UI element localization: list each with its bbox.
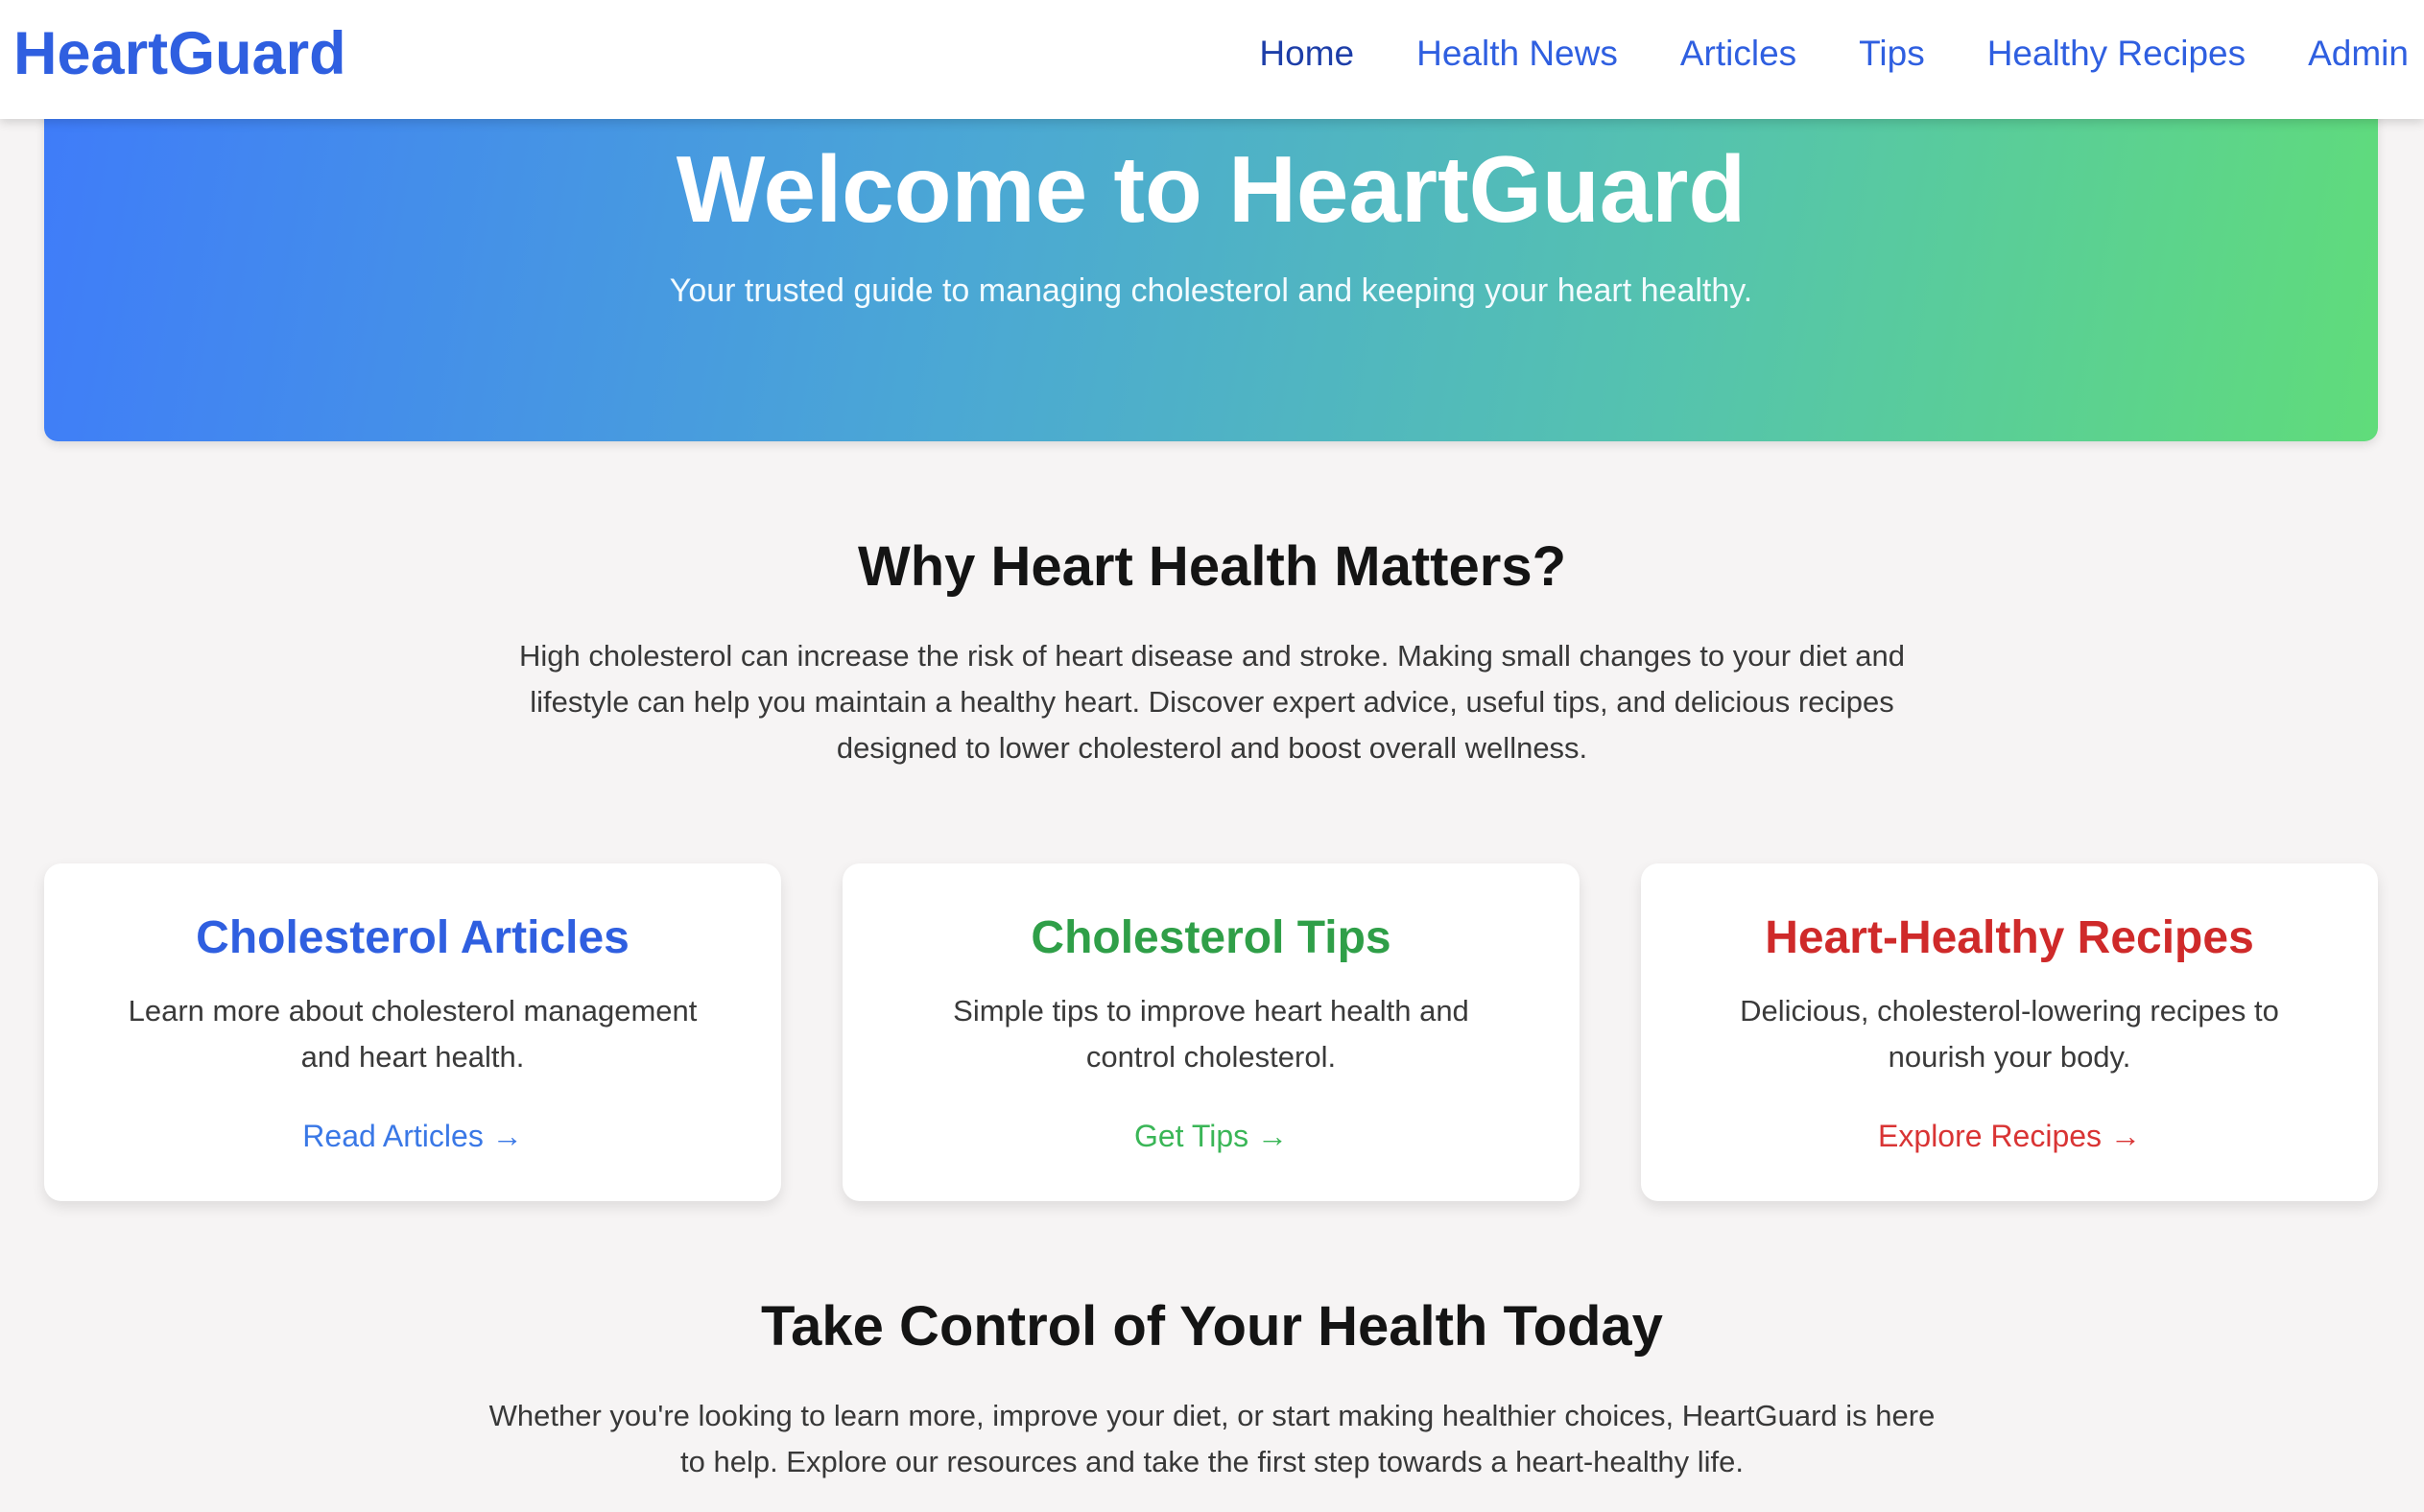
card-heart-healthy-recipes: Heart-Healthy Recipes Delicious, cholest… bbox=[1641, 863, 2378, 1201]
nav-item-health-news: Health News bbox=[1416, 29, 1618, 79]
nav-link-articles[interactable]: Articles bbox=[1680, 34, 1796, 73]
nav-link-admin[interactable]: Admin bbox=[2308, 34, 2409, 73]
card-description: Learn more about cholesterol management … bbox=[128, 994, 698, 1074]
card-cholesterol-tips: Cholesterol Tips Simple tips to improve … bbox=[843, 863, 1580, 1201]
card-description: Simple tips to improve heart health and … bbox=[953, 994, 1469, 1074]
card-cholesterol-articles: Cholesterol Articles Learn more about ch… bbox=[44, 863, 781, 1201]
why-heading: Why Heart Health Matters? bbox=[857, 535, 1567, 598]
card-title: Cholesterol Tips bbox=[1031, 912, 1391, 963]
nav-link-tips[interactable]: Tips bbox=[1859, 34, 1925, 73]
nav-link-home[interactable]: Home bbox=[1259, 34, 1354, 73]
card-title: Heart-Healthy Recipes bbox=[1765, 912, 2254, 963]
hero-subtitle: Your trusted guide to managing cholester… bbox=[669, 272, 1753, 309]
nav-item-home: Home bbox=[1259, 29, 1354, 79]
nav-item-admin: Admin bbox=[2308, 29, 2409, 79]
brand-logo-link[interactable]: HeartGuard bbox=[13, 19, 346, 88]
nav-menu: Home Health News Articles Tips Healthy R… bbox=[1259, 29, 2409, 79]
hero-title: Welcome to HeartGuard bbox=[676, 136, 1747, 242]
card-title: Cholesterol Articles bbox=[196, 912, 630, 963]
nav-item-healthy-recipes: Healthy Recipes bbox=[1987, 29, 2246, 79]
card-description: Delicious, cholesterol-lowering recipes … bbox=[1740, 994, 2279, 1074]
cta-body-text: Whether you're looking to learn more, im… bbox=[488, 1399, 1936, 1478]
read-articles-link[interactable]: Read Articles → bbox=[44, 1115, 781, 1157]
nav-item-tips: Tips bbox=[1859, 29, 1925, 79]
nav-link-healthy-recipes[interactable]: Healthy Recipes bbox=[1987, 34, 2246, 73]
top-navbar: HeartGuard Home Health News Articles Tip… bbox=[0, 0, 2424, 119]
cta-heading: Take Control of Your Health Today bbox=[761, 1295, 1663, 1358]
get-tips-link[interactable]: Get Tips → bbox=[843, 1115, 1580, 1157]
explore-recipes-link[interactable]: Explore Recipes → bbox=[1641, 1115, 2378, 1157]
nav-link-health-news[interactable]: Health News bbox=[1416, 34, 1618, 73]
nav-item-articles: Articles bbox=[1680, 29, 1796, 79]
why-body-text: High cholesterol can increase the risk o… bbox=[519, 639, 1905, 765]
hero-banner: Welcome to HeartGuard Your trusted guide… bbox=[44, 96, 2378, 441]
